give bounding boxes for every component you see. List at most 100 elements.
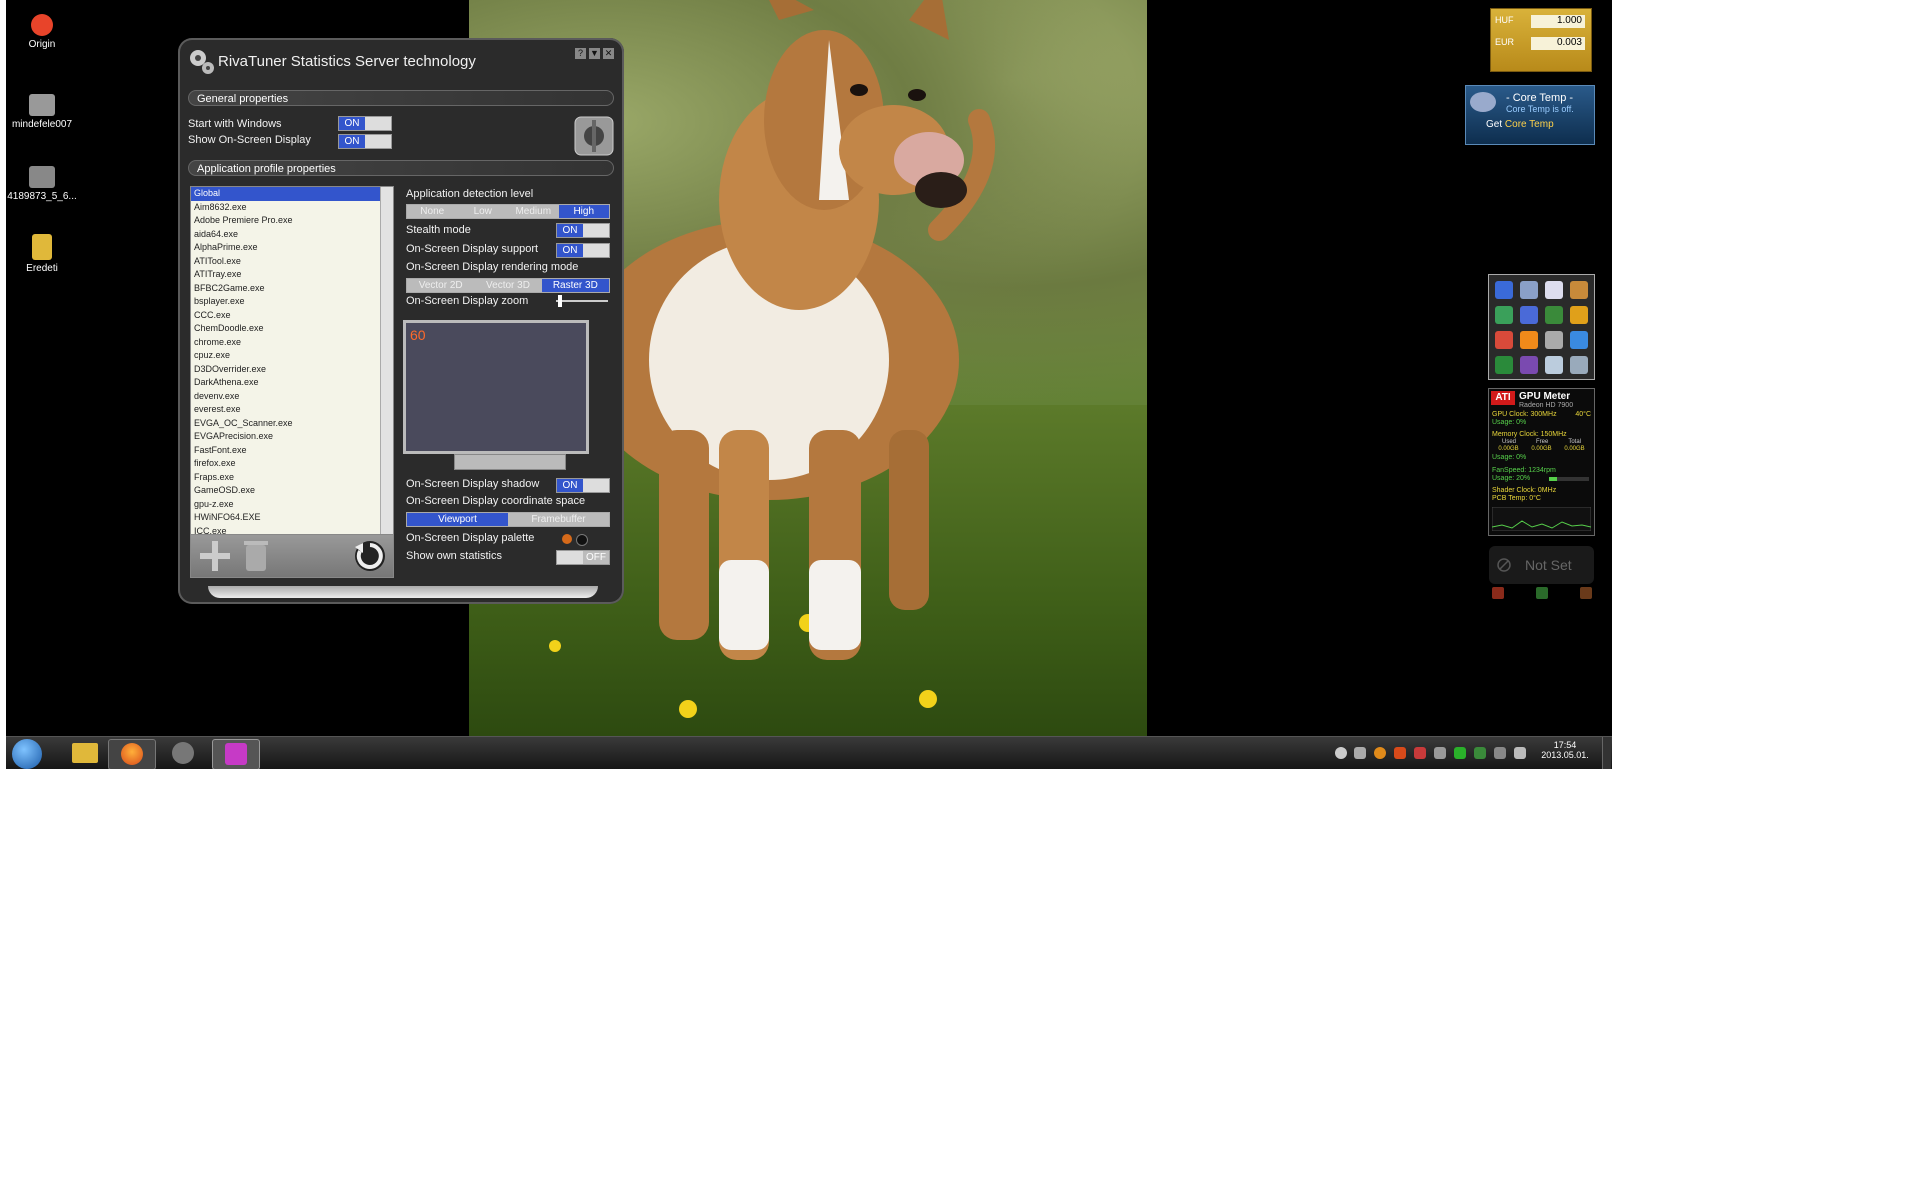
seg-coord-option[interactable]: Viewport xyxy=(407,513,508,526)
app-list-item[interactable]: GameOSD.exe xyxy=(191,484,393,498)
seg-detect-option[interactable]: High xyxy=(558,205,609,218)
app-list-item[interactable]: CCC.exe xyxy=(191,309,393,323)
osd-shadow-toggle[interactable]: ON xyxy=(556,478,610,493)
detection-level-selector[interactable]: None Low Medium High xyxy=(406,204,610,219)
osd-zoom-slider[interactable] xyxy=(556,295,608,307)
app-list-item[interactable]: HWiNFO64.EXE xyxy=(191,511,393,525)
app-list-item[interactable]: chrome.exe xyxy=(191,336,393,350)
palette-color-1[interactable] xyxy=(562,534,572,544)
taskbar-firefox[interactable] xyxy=(108,739,156,769)
osd-preview[interactable]: 60 xyxy=(403,320,589,454)
launcher-app-icon[interactable] xyxy=(1495,356,1513,374)
seg-render-option[interactable]: Vector 3D xyxy=(474,279,541,292)
desktop-icon-origin[interactable]: Origin xyxy=(7,14,77,50)
launcher-app-icon[interactable] xyxy=(1520,281,1538,299)
start-with-windows-toggle[interactable]: ON xyxy=(338,116,392,131)
launcher-app-icon[interactable] xyxy=(1545,331,1563,349)
app-list-item[interactable]: Fraps.exe xyxy=(191,471,393,485)
app-list-item[interactable]: Global xyxy=(191,187,393,201)
app-list-item[interactable]: EVGA_OC_Scanner.exe xyxy=(191,417,393,431)
launcher-app-icon[interactable] xyxy=(1520,331,1538,349)
app-list-item[interactable]: cpuz.exe xyxy=(191,349,393,363)
app-list-item[interactable]: firefox.exe xyxy=(191,457,393,471)
launcher-app-icon[interactable] xyxy=(1520,306,1538,324)
app-list-item[interactable]: DarkAthena.exe xyxy=(191,376,393,390)
launcher-app-icon[interactable] xyxy=(1520,356,1538,374)
coord-space-selector[interactable]: Viewport Framebuffer xyxy=(406,512,610,527)
help-button[interactable]: ? xyxy=(575,48,586,59)
app-list-item[interactable]: D3DOverrider.exe xyxy=(191,363,393,377)
app-list-item[interactable]: AlphaPrime.exe xyxy=(191,241,393,255)
seg-detect-option[interactable]: Low xyxy=(458,205,509,218)
osd-zoom-slider-thumb[interactable] xyxy=(558,295,563,307)
sleep-icon[interactable] xyxy=(1580,587,1592,599)
launcher-app-icon[interactable] xyxy=(1545,356,1563,374)
trash-icon[interactable] xyxy=(241,539,271,573)
app-list-item[interactable]: ChemDoodle.exe xyxy=(191,322,393,336)
app-list-item[interactable]: ATITray.exe xyxy=(191,268,393,282)
seg-detect-option[interactable]: None xyxy=(407,205,458,218)
app-list-item[interactable]: EVGAPrecision.exe xyxy=(191,430,393,444)
volume-icon[interactable] xyxy=(1514,747,1526,759)
tray-icon-1[interactable] xyxy=(1335,747,1347,759)
clock[interactable]: 17:54 2013.05.01. xyxy=(1540,740,1590,760)
launcher-app-icon[interactable] xyxy=(1495,331,1513,349)
taskbar-rtss[interactable] xyxy=(160,739,206,768)
currency-value-huf[interactable]: 1.000 xyxy=(1531,15,1585,28)
signal-icon[interactable] xyxy=(1494,747,1506,759)
app-list-item[interactable]: FastFont.exe xyxy=(191,444,393,458)
launcher-app-icon[interactable] xyxy=(1570,306,1588,324)
currency-value-eur[interactable]: 0.003 xyxy=(1531,37,1585,50)
app-list-item[interactable]: everest.exe xyxy=(191,403,393,417)
seg-render-option[interactable]: Vector 2D xyxy=(407,279,474,292)
launcher-app-icon[interactable] xyxy=(1570,331,1588,349)
launcher-app-icon[interactable] xyxy=(1545,306,1563,324)
seg-coord-option[interactable]: Framebuffer xyxy=(508,513,609,526)
show-desktop-button[interactable] xyxy=(1602,737,1611,769)
restart-icon[interactable] xyxy=(1536,587,1548,599)
launcher-app-icon[interactable] xyxy=(1495,281,1513,299)
add-icon[interactable] xyxy=(197,539,233,573)
stealth-mode-toggle[interactable]: ON xyxy=(556,223,610,238)
app-list-item[interactable]: ATITool.exe xyxy=(191,255,393,269)
not-set-widget[interactable]: Not Set xyxy=(1489,546,1594,584)
own-stats-toggle[interactable]: OFF xyxy=(556,550,610,565)
taskbar-explorer[interactable] xyxy=(62,739,108,768)
desktop-icon-eredeti[interactable]: Eredeti xyxy=(7,234,77,274)
app-list-item[interactable]: aida64.exe xyxy=(191,228,393,242)
minimize-button[interactable]: ▼ xyxy=(589,48,600,59)
launcher-app-icon[interactable] xyxy=(1545,281,1563,299)
tray-icon-6[interactable] xyxy=(1434,747,1446,759)
osd-support-toggle[interactable]: ON xyxy=(556,243,610,258)
desktop-icon-4189873[interactable]: 4189873_5_6... xyxy=(7,166,77,202)
launcher-app-icon[interactable] xyxy=(1495,306,1513,324)
app-list-item[interactable]: gpu-z.exe xyxy=(191,498,393,512)
seg-render-option[interactable]: Raster 3D xyxy=(541,279,609,292)
close-button[interactable]: ✕ xyxy=(603,48,614,59)
tray-icon-2[interactable] xyxy=(1354,747,1366,759)
refresh-icon[interactable] xyxy=(351,537,389,575)
settings-tool-icon[interactable] xyxy=(574,116,614,156)
app-list-item[interactable]: bsplayer.exe xyxy=(191,295,393,309)
start-button[interactable] xyxy=(12,739,42,769)
tray-icon-4[interactable] xyxy=(1394,747,1406,759)
tray-icon-7[interactable] xyxy=(1454,747,1466,759)
coretemp-link[interactable]: Core Temp xyxy=(1505,119,1554,130)
launcher-app-icon[interactable] xyxy=(1570,356,1588,374)
seg-detect-option[interactable]: Medium xyxy=(508,205,559,218)
power-icon[interactable] xyxy=(1492,587,1504,599)
launcher-app-icon[interactable] xyxy=(1570,281,1588,299)
application-list-scrollbar[interactable] xyxy=(380,187,393,535)
app-list-item[interactable]: BFBC2Game.exe xyxy=(191,282,393,296)
tray-icon-3[interactable] xyxy=(1374,747,1386,759)
application-list[interactable]: Global Aim8632.exe Adobe Premiere Pro.exe a… xyxy=(190,186,394,536)
rtss-titlebar[interactable]: RivaTuner Statistics Server technology ?… xyxy=(178,38,624,80)
network-icon[interactable] xyxy=(1474,747,1486,759)
app-list-item[interactable]: devenv.exe xyxy=(191,390,393,404)
osd-position-controls[interactable] xyxy=(454,454,566,470)
app-list-item[interactable]: Aim8632.exe xyxy=(191,201,393,215)
palette-color-2[interactable] xyxy=(576,534,588,546)
rendering-mode-selector[interactable]: Vector 2D Vector 3D Raster 3D xyxy=(406,278,610,293)
show-osd-toggle[interactable]: ON xyxy=(338,134,392,149)
app-list-item[interactable]: Adobe Premiere Pro.exe xyxy=(191,214,393,228)
